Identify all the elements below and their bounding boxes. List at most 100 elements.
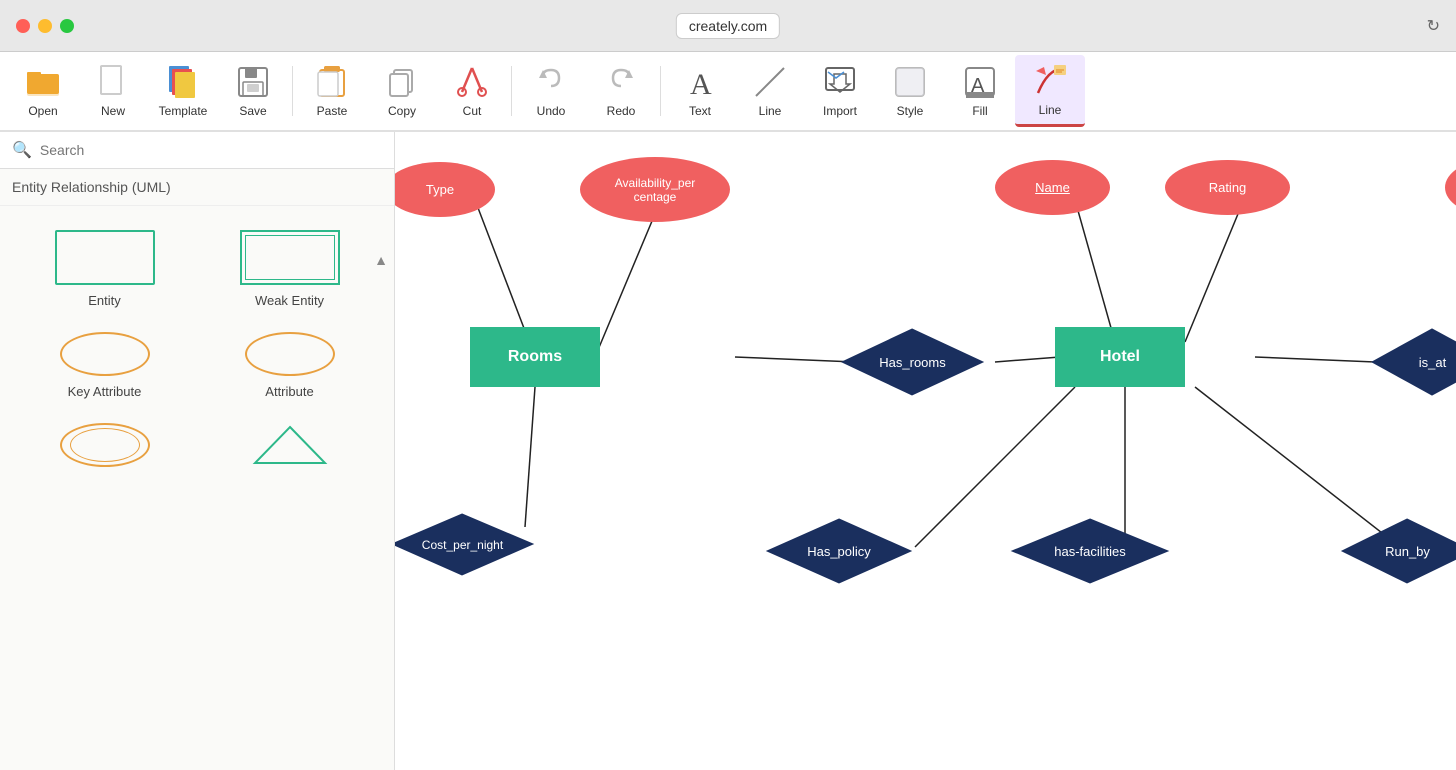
shape-entity-item[interactable]: Entity: [16, 222, 193, 316]
er-cost-label: Cost_per_night: [422, 538, 503, 552]
save-icon: [235, 64, 271, 100]
fill-button[interactable]: A Fill: [945, 55, 1015, 127]
cut-icon: [454, 64, 490, 100]
key-attribute-shape: [60, 332, 150, 376]
undo-button[interactable]: Undo: [516, 55, 586, 127]
line-active-button[interactable]: Line: [1015, 55, 1085, 127]
attribute-label: Attribute: [265, 384, 313, 399]
refresh-button[interactable]: ↻: [1427, 16, 1440, 36]
er-has-policy-label: Has_policy: [807, 544, 871, 559]
er-hotel-label: Hotel: [1100, 348, 1140, 366]
save-button[interactable]: Save: [218, 55, 288, 127]
paste-label: Paste: [317, 104, 348, 118]
cut-button[interactable]: Cut: [437, 55, 507, 127]
sidebar-category: Entity Relationship (UML): [0, 169, 394, 206]
import-label: Import: [823, 104, 857, 118]
er-has-facilities-rel[interactable]: has-facilities: [1010, 517, 1170, 585]
cut-label: Cut: [463, 104, 482, 118]
er-has-rooms-rel[interactable]: Has_rooms: [840, 327, 985, 397]
er-rating-attr[interactable]: Rating: [1165, 160, 1290, 215]
line-active-label: Line: [1039, 103, 1062, 117]
titlebar: creately.com ↻: [0, 0, 1456, 52]
shape-attribute-item[interactable]: Attribute: [201, 324, 378, 407]
weak-entity-shape: [240, 230, 340, 285]
undo-label: Undo: [537, 104, 566, 118]
copy-label: Copy: [388, 104, 416, 118]
copy-button[interactable]: Copy: [367, 55, 437, 127]
er-availability-label: Availability_percentage: [615, 176, 696, 204]
close-button[interactable]: [16, 19, 30, 33]
undo-icon: [533, 64, 569, 100]
open-icon: [25, 64, 61, 100]
er-is-at-label: is_at: [1419, 355, 1446, 370]
er-hotel-entity[interactable]: Hotel: [1055, 327, 1185, 387]
divider-2: [511, 66, 512, 116]
er-has-rooms-label: Has_rooms: [879, 355, 945, 370]
sidebar: 🔍 Entity Relationship (UML) ▲ Entity Wea…: [0, 132, 395, 770]
divider-1: [292, 66, 293, 116]
entity-label: Entity: [88, 293, 121, 308]
key-attribute-label: Key Attribute: [68, 384, 142, 399]
copy-icon: [384, 64, 420, 100]
er-run-by-rel[interactable]: Run_by: [1340, 517, 1456, 585]
shapes-grid: Entity Weak Entity Key Attribute Attribu…: [0, 206, 394, 499]
line-button[interactable]: Line: [735, 55, 805, 127]
shape-weak-entity-item[interactable]: Weak Entity: [201, 222, 378, 316]
er-name-attr[interactable]: Name: [995, 160, 1110, 215]
redo-icon: [603, 64, 639, 100]
line-icon: [752, 64, 788, 100]
entity-shape: [55, 230, 155, 285]
new-button[interactable]: New: [78, 55, 148, 127]
er-status-attr[interactable]: St...: [1445, 160, 1456, 215]
search-bar: 🔍: [0, 132, 394, 169]
import-icon: [822, 64, 858, 100]
svg-text:A: A: [690, 68, 712, 100]
minimize-button[interactable]: [38, 19, 52, 33]
template-button[interactable]: Template: [148, 55, 218, 127]
search-icon: 🔍: [12, 140, 32, 160]
redo-label: Redo: [607, 104, 636, 118]
er-has-policy-rel[interactable]: Has_policy: [765, 517, 913, 585]
derived-shape: [245, 423, 335, 467]
style-label: Style: [897, 104, 924, 118]
er-is-at-rel[interactable]: is_at: [1370, 327, 1456, 397]
line-active-icon: [1032, 63, 1068, 99]
main-layout: 🔍 Entity Relationship (UML) ▲ Entity Wea…: [0, 132, 1456, 770]
er-type-label: Type: [426, 182, 454, 197]
text-icon: A: [682, 64, 718, 100]
new-icon: [95, 64, 131, 100]
er-has-facilities-label: has-facilities: [1054, 544, 1126, 559]
er-rooms-label: Rooms: [508, 348, 562, 366]
er-type-attr[interactable]: Type: [395, 162, 495, 217]
paste-button[interactable]: Paste: [297, 55, 367, 127]
style-button[interactable]: Style: [875, 55, 945, 127]
scroll-up-arrow[interactable]: ▲: [374, 252, 388, 268]
attribute-shape: [245, 332, 335, 376]
er-availability-attr[interactable]: Availability_percentage: [580, 157, 730, 222]
er-cost-attr[interactable]: Cost_per_night: [395, 512, 535, 577]
open-button[interactable]: Open: [8, 55, 78, 127]
style-icon: [892, 64, 928, 100]
er-rooms-entity[interactable]: Rooms: [470, 327, 600, 387]
shape-key-attribute-item[interactable]: Key Attribute: [16, 324, 193, 407]
text-label: Text: [689, 104, 711, 118]
url-bar[interactable]: creately.com: [676, 13, 780, 39]
canvas[interactable]: Type Availability_percentage Name Rating…: [395, 132, 1456, 770]
redo-button[interactable]: Redo: [586, 55, 656, 127]
import-button[interactable]: Import: [805, 55, 875, 127]
fill-icon: A: [962, 64, 998, 100]
er-name-label: Name: [1035, 180, 1070, 195]
er-rating-label: Rating: [1209, 180, 1247, 195]
search-input[interactable]: [40, 142, 382, 158]
traffic-lights: [16, 19, 74, 33]
save-label: Save: [239, 104, 266, 118]
shape-multivalued-item[interactable]: [16, 415, 193, 483]
line-label: Line: [759, 104, 782, 118]
template-icon: [165, 64, 201, 100]
divider-3: [660, 66, 661, 116]
er-run-by-label: Run_by: [1385, 544, 1430, 559]
text-button[interactable]: A Text: [665, 55, 735, 127]
maximize-button[interactable]: [60, 19, 74, 33]
open-label: Open: [28, 104, 57, 118]
shape-derived-item[interactable]: [201, 415, 378, 483]
